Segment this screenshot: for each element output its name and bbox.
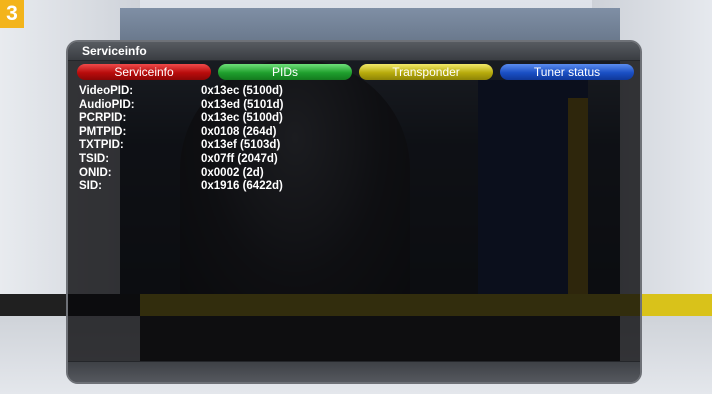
window-titlebar: Serviceinfo bbox=[68, 42, 640, 61]
info-label-pmtpid: PMTPID: bbox=[79, 125, 127, 138]
info-value-onid: 0x0002 (2d) bbox=[201, 166, 264, 179]
table-row: PMTPID: 0x0108 (264d) bbox=[79, 126, 379, 140]
serviceinfo-window: Serviceinfo Serviceinfo PIDs Transponder… bbox=[66, 40, 642, 384]
table-row: VideoPID: 0x13ec (5100d) bbox=[79, 85, 379, 99]
info-value-tsid: 0x07ff (2047d) bbox=[201, 152, 278, 165]
info-label-videopid: VideoPID: bbox=[79, 85, 134, 97]
table-row: AudioPID: 0x13ed (5101d) bbox=[79, 99, 379, 113]
info-label-audiopid: AudioPID: bbox=[79, 98, 135, 111]
tab-transponder[interactable]: Transponder bbox=[359, 64, 493, 80]
info-value-sid: 0x1916 (6422d) bbox=[201, 180, 283, 193]
service-info-table: VideoPID: 0x13ec (5100d) AudioPID: 0x13e… bbox=[79, 85, 379, 194]
info-value-pcrpid: 0x13ec (5100d) bbox=[201, 112, 283, 125]
table-row: SID: 0x1916 (6422d) bbox=[79, 180, 379, 194]
info-label-sid: SID: bbox=[79, 180, 102, 193]
info-value-pmtpid: 0x0108 (264d) bbox=[201, 125, 277, 138]
step-number-badge: 3 bbox=[0, 0, 24, 28]
tab-serviceinfo[interactable]: Serviceinfo bbox=[77, 64, 211, 80]
tab-pids[interactable]: PIDs bbox=[218, 64, 352, 80]
table-row: ONID: 0x0002 (2d) bbox=[79, 167, 379, 181]
info-value-txtpid: 0x13ef (5103d) bbox=[201, 139, 281, 152]
window-bottombar bbox=[68, 361, 640, 382]
info-label-onid: ONID: bbox=[79, 166, 112, 179]
color-button-tabs: Serviceinfo PIDs Transponder Tuner statu… bbox=[77, 64, 637, 80]
info-label-tsid: TSID: bbox=[79, 152, 110, 165]
window-title: Serviceinfo bbox=[82, 44, 147, 58]
table-row: PCRPID: 0x13ec (5100d) bbox=[79, 112, 379, 126]
info-label-txtpid: TXTPID: bbox=[79, 139, 124, 152]
info-value-audiopid: 0x13ed (5101d) bbox=[201, 98, 284, 111]
info-value-videopid: 0x13ec (5100d) bbox=[201, 85, 283, 97]
table-row: TXTPID: 0x13ef (5103d) bbox=[79, 139, 379, 153]
info-label-pcrpid: PCRPID: bbox=[79, 112, 127, 125]
tab-tuner-status[interactable]: Tuner status bbox=[500, 64, 634, 80]
table-row: TSID: 0x07ff (2047d) bbox=[79, 153, 379, 167]
